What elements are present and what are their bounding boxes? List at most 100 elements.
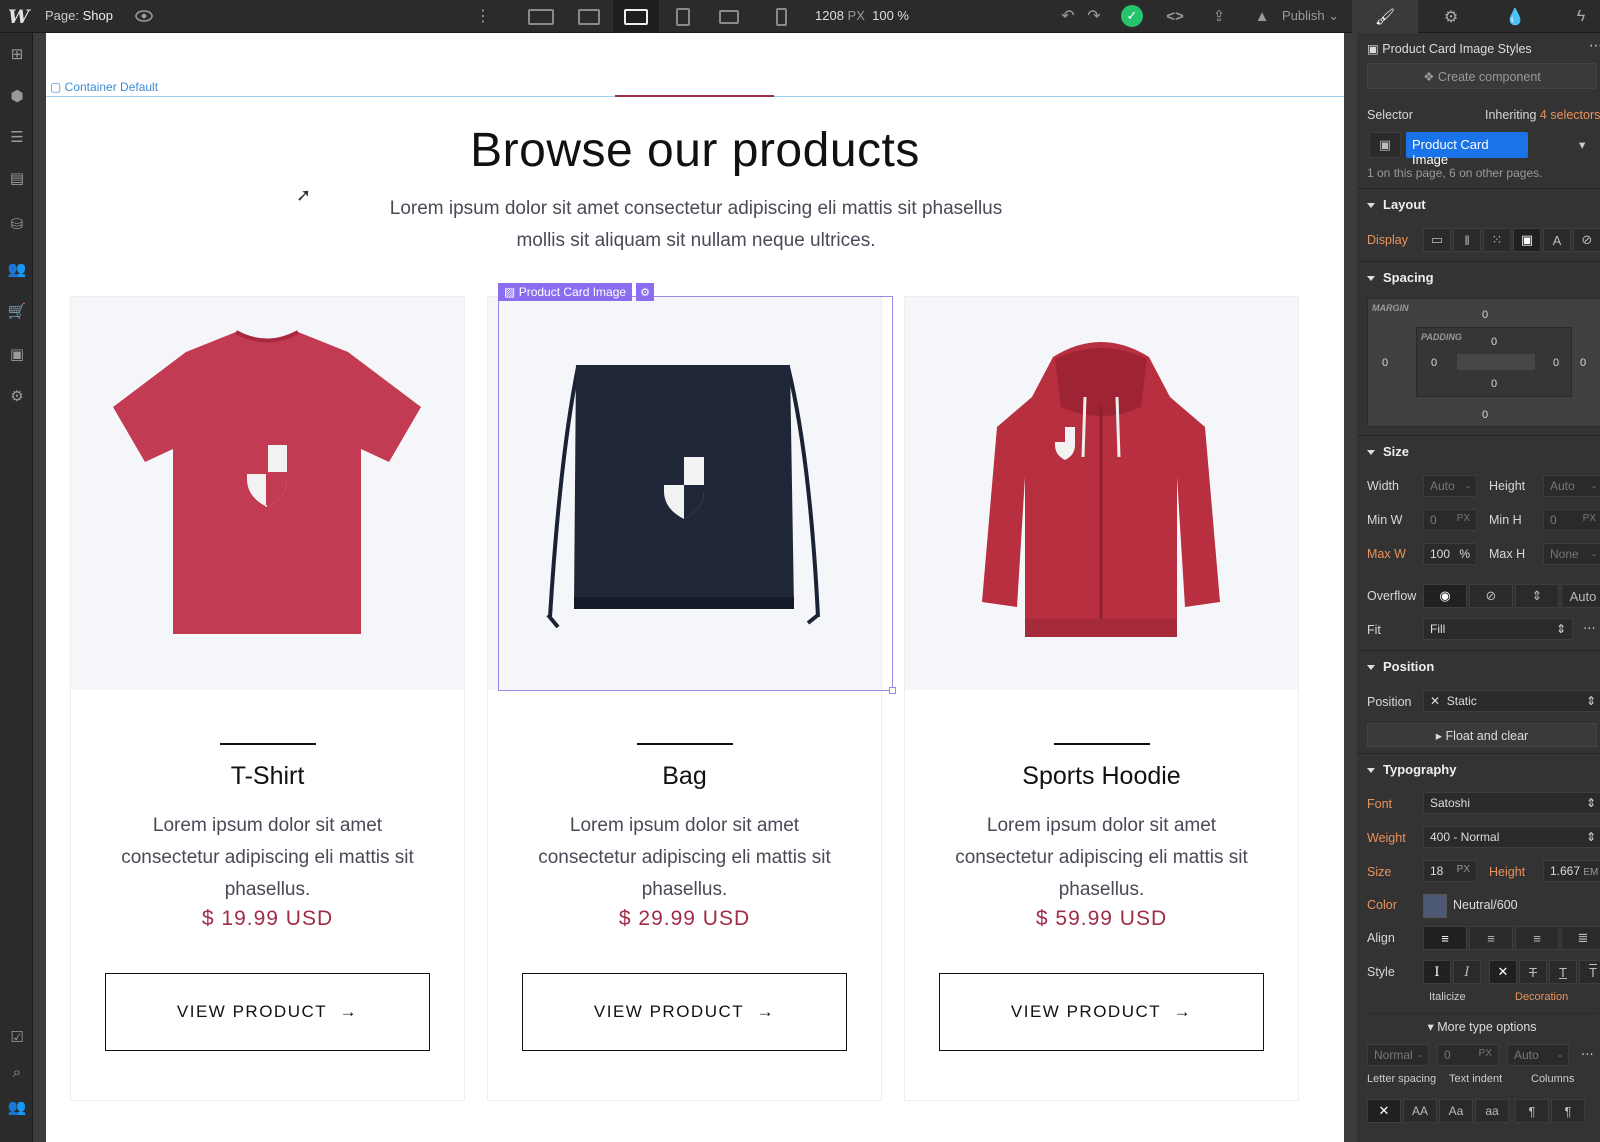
display-grid-icon[interactable]: ⁙ [1483, 228, 1511, 252]
min-width-field[interactable]: 0 PX [1423, 509, 1477, 531]
italic-on-icon[interactable]: I [1453, 960, 1481, 984]
breakpoint-xxl-icon[interactable] [518, 0, 564, 33]
fit-more-icon[interactable]: ⋯ [1583, 620, 1596, 635]
selection-settings-gear-icon[interactable]: ⚙ [636, 283, 654, 301]
font-size-field[interactable]: 18 PX [1423, 860, 1477, 882]
publish-button[interactable]: Publish ⌄ [1282, 8, 1339, 24]
selector-dropdown-icon[interactable]: ▾ [1579, 137, 1585, 152]
product-card[interactable]: Sports Hoodie Lorem ipsum dolor sit amet… [904, 296, 1299, 1101]
view-product-button[interactable]: VIEW PRODUCT → [105, 973, 430, 1051]
align-justify-icon[interactable]: ≣ [1561, 926, 1600, 950]
product-card[interactable]: T-Shirt Lorem ipsum dolor sit amet conse… [70, 296, 465, 1101]
more-type-options-toggle[interactable]: ▾ More type options [1367, 1013, 1597, 1037]
overflow-scroll-icon[interactable]: ⇕ [1515, 584, 1559, 608]
pages-icon[interactable]: ▤ [6, 167, 28, 189]
direction-rtl-icon[interactable]: ¶ [1551, 1099, 1585, 1123]
product-card[interactable]: Bag Lorem ipsum dolor sit amet consectet… [487, 296, 882, 1101]
italic-off-icon[interactable]: I [1423, 960, 1451, 984]
breakpoint-landscape-icon[interactable] [706, 0, 752, 33]
breakpoint-desktop-icon[interactable] [613, 0, 659, 33]
display-inline-icon[interactable]: A [1543, 228, 1571, 252]
weight-select[interactable]: 400 - Normal ⇕ [1423, 826, 1600, 848]
position-section-header[interactable]: Position [1357, 650, 1600, 683]
capitalize-icon[interactable]: Aa [1439, 1099, 1473, 1123]
font-select[interactable]: Satoshi ⇕ [1423, 792, 1600, 814]
product-name[interactable]: Sports Hoodie [905, 762, 1298, 791]
overline-icon[interactable]: T [1579, 960, 1600, 984]
webflow-logo[interactable]: W [8, 6, 29, 28]
display-flex-icon[interactable]: ‖ [1453, 228, 1481, 252]
publish-rocket-icon[interactable]: ▲ [1252, 6, 1272, 26]
product-price[interactable]: $ 29.99 USD [488, 907, 881, 931]
display-none-icon[interactable]: ⊘ [1573, 228, 1600, 252]
breakpoint-mobile-icon[interactable] [758, 0, 804, 33]
display-inline-block-icon[interactable]: ▣ [1513, 228, 1541, 252]
color-value[interactable]: Neutral/600 [1453, 898, 1518, 912]
interactions-drops-icon[interactable]: 💧 [1482, 0, 1548, 33]
max-width-field[interactable]: 100 % [1423, 543, 1477, 565]
max-height-field[interactable]: None - [1543, 543, 1600, 565]
capitalize-none-icon[interactable]: ✕ [1367, 1099, 1401, 1123]
product-price[interactable]: $ 19.99 USD [71, 907, 464, 931]
spacing-section-header[interactable]: Spacing [1357, 261, 1600, 294]
redo-icon[interactable]: ↷ [1084, 6, 1104, 26]
product-card-image[interactable] [71, 297, 464, 690]
product-description[interactable]: Lorem ipsum dolor sit amet consectetur a… [528, 810, 841, 906]
undo-icon[interactable]: ↶ [1058, 6, 1078, 26]
status-check-icon[interactable]: ✓ [1121, 5, 1143, 27]
margin-left-value[interactable]: 0 [1382, 357, 1388, 369]
inheriting-label[interactable]: Inheriting 4 selectors [1485, 108, 1600, 122]
align-center-icon[interactable]: ≡ [1469, 926, 1513, 950]
collaborators-icon[interactable]: 👥 [6, 1096, 28, 1118]
overflow-auto-button[interactable]: Auto [1561, 584, 1600, 608]
letter-spacing-field[interactable]: Normal - [1367, 1044, 1429, 1066]
design-canvas[interactable]: ▢ Container Default Browse our products … [46, 33, 1344, 1142]
float-and-clear-toggle[interactable]: ▸ Float and clear [1367, 723, 1597, 747]
more-type-icon[interactable]: ⋯ [1581, 1046, 1594, 1061]
layout-section-header[interactable]: Layout [1357, 188, 1600, 221]
display-block-icon[interactable]: ▭ [1423, 228, 1451, 252]
page-heading[interactable]: Browse our products [46, 123, 1344, 178]
ecommerce-cart-icon[interactable]: 🛒 [6, 300, 28, 322]
min-height-field[interactable]: 0 PX [1543, 509, 1600, 531]
align-left-icon[interactable]: ≡ [1423, 926, 1467, 950]
margin-box[interactable]: MARGIN 0 0 0 0 PADDING 0 0 0 0 [1367, 298, 1600, 427]
settings-gear-icon[interactable]: ⚙ [1418, 0, 1484, 33]
padding-top-value[interactable]: 0 [1491, 336, 1497, 348]
margin-bottom-value[interactable]: 0 [1482, 409, 1488, 421]
lightning-icon[interactable]: ϟ [1548, 0, 1600, 33]
page-subheading[interactable]: Lorem ipsum dolor sit amet consectetur a… [376, 193, 1016, 257]
height-field[interactable]: Auto - [1543, 475, 1600, 497]
preview-eye-icon[interactable] [134, 6, 154, 26]
padding-right-value[interactable]: 0 [1553, 357, 1559, 369]
selector-icon[interactable]: ▣ [1369, 132, 1401, 158]
users-icon[interactable]: 👥 [6, 258, 28, 280]
product-card-image[interactable] [488, 297, 881, 690]
code-icon[interactable]: <> [1164, 6, 1186, 26]
breakpoint-tablet-icon[interactable] [660, 0, 706, 33]
product-name[interactable]: T-Shirt [71, 762, 464, 791]
line-height-field[interactable]: 1.667 EM [1543, 860, 1600, 882]
navigator-icon[interactable]: ☰ [6, 126, 28, 148]
direction-ltr-icon[interactable]: ¶ [1515, 1099, 1549, 1123]
fit-select[interactable]: Fill ⇕ [1423, 618, 1573, 640]
components-cube-icon[interactable]: ⬢ [6, 85, 28, 107]
strikethrough-icon[interactable]: T [1519, 960, 1547, 984]
margin-top-value[interactable]: 0 [1482, 309, 1488, 321]
view-product-button[interactable]: VIEW PRODUCT → [939, 973, 1264, 1051]
align-right-icon[interactable]: ≡ [1515, 926, 1559, 950]
selection-tag[interactable]: ▨ Product Card Image [498, 283, 633, 301]
padding-box[interactable]: PADDING 0 0 0 0 [1416, 327, 1572, 397]
product-description[interactable]: Lorem ipsum dolor sit amet consectetur a… [945, 810, 1258, 906]
audit-check-icon[interactable]: ☑ [6, 1026, 28, 1048]
padding-left-value[interactable]: 0 [1431, 357, 1437, 369]
lowercase-icon[interactable]: aa [1475, 1099, 1509, 1123]
product-card-image[interactable] [905, 297, 1298, 690]
overflow-visible-eye-icon[interactable]: ◉ [1423, 584, 1467, 608]
product-description[interactable]: Lorem ipsum dolor sit amet consectetur a… [111, 810, 424, 906]
decoration-none-icon[interactable]: ✕ [1489, 960, 1517, 984]
add-elements-icon[interactable]: ⊞ [6, 43, 28, 65]
width-field[interactable]: Auto - [1423, 475, 1477, 497]
panel-more-icon[interactable]: ⋯ [1589, 37, 1600, 54]
padding-bottom-value[interactable]: 0 [1491, 378, 1497, 390]
